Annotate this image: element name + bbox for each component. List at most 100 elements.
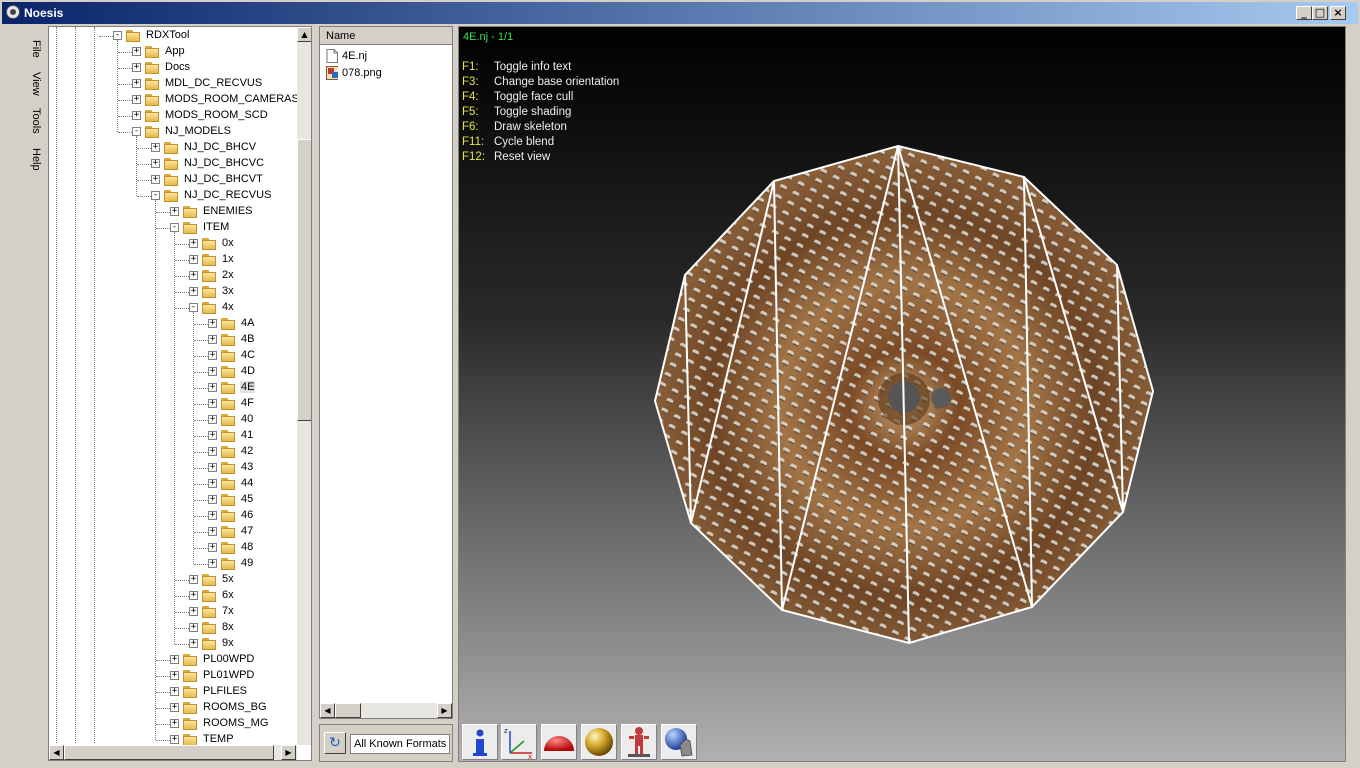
scroll-left-button[interactable]: ◀	[320, 703, 335, 718]
expand-icon[interactable]: +	[208, 543, 217, 552]
tree-connector	[175, 644, 189, 645]
expand-icon[interactable]: +	[170, 655, 179, 664]
expand-icon[interactable]: +	[132, 63, 141, 72]
tree-connector	[194, 420, 208, 421]
tree-connector	[137, 196, 151, 197]
close-button[interactable]: ×	[1330, 6, 1346, 20]
noesis-app-icon[interactable]	[6, 5, 20, 19]
expand-icon[interactable]: +	[170, 687, 179, 696]
folder-icon	[201, 573, 217, 587]
expand-icon[interactable]: +	[208, 335, 217, 344]
collapse-icon[interactable]: -	[132, 127, 141, 136]
scroll-right-button[interactable]: ▶	[437, 703, 452, 718]
expand-icon[interactable]: +	[170, 735, 179, 744]
expand-icon[interactable]: +	[189, 287, 198, 296]
tree-item-label: PL00WPD	[203, 653, 255, 665]
tree-connector	[175, 628, 189, 629]
expand-icon[interactable]: +	[208, 447, 217, 456]
expand-icon[interactable]: +	[208, 351, 217, 360]
expand-icon[interactable]: +	[189, 575, 198, 584]
info-tool[interactable]	[462, 724, 498, 760]
expand-icon[interactable]: +	[208, 319, 217, 328]
expand-icon[interactable]: +	[132, 47, 141, 56]
tree-connector	[175, 596, 189, 597]
maximize-button[interactable]: □	[1312, 6, 1328, 20]
expand-icon[interactable]: +	[132, 111, 141, 120]
format-filter-select[interactable]: All Known Formats	[350, 734, 450, 754]
expand-icon[interactable]: +	[189, 639, 198, 648]
tree-item-label: 41	[241, 429, 254, 441]
expand-icon[interactable]: +	[208, 527, 217, 536]
tree-hscroll-thumb[interactable]	[64, 745, 274, 760]
tree-item-label: NJ_DC_BHCVT	[184, 173, 263, 185]
name-column-header[interactable]: Name	[320, 27, 452, 45]
sphere-tool[interactable]	[581, 724, 617, 760]
folder-icon	[182, 205, 198, 219]
collapse-icon[interactable]: -	[113, 31, 122, 40]
expand-icon[interactable]: +	[189, 607, 198, 616]
tree-item-label: 3x	[222, 285, 234, 297]
tree-vertical-scrollbar[interactable]: ▲	[297, 27, 311, 745]
expand-icon[interactable]: +	[170, 719, 179, 728]
file-hscroll-thumb[interactable]	[335, 703, 361, 718]
expand-icon[interactable]: +	[151, 175, 160, 184]
expand-icon[interactable]: +	[208, 415, 217, 424]
expand-icon[interactable]: +	[132, 95, 141, 104]
scroll-left-button[interactable]: ◀	[49, 745, 64, 760]
tree-connector	[194, 388, 208, 389]
file-horizontal-scrollbar[interactable]: ◀ ▶	[320, 703, 452, 718]
expand-icon[interactable]: +	[189, 591, 198, 600]
expand-icon[interactable]: +	[208, 479, 217, 488]
tree-item-label: 9x	[222, 637, 234, 649]
expand-icon[interactable]: +	[189, 271, 198, 280]
expand-icon[interactable]: +	[189, 623, 198, 632]
menu-tools[interactable]: Tools	[24, 108, 42, 134]
expand-icon[interactable]: +	[208, 367, 217, 376]
expand-icon[interactable]: +	[208, 399, 217, 408]
expand-icon[interactable]: +	[208, 463, 217, 472]
expand-icon[interactable]: +	[208, 431, 217, 440]
axes-tool[interactable]: z x	[501, 724, 537, 761]
expand-icon[interactable]: +	[208, 383, 217, 392]
minimize-button[interactable]: _	[1296, 6, 1312, 20]
expand-icon[interactable]: +	[151, 143, 160, 152]
menu-view[interactable]: View	[24, 72, 42, 96]
expand-icon[interactable]: +	[170, 671, 179, 680]
file-list[interactable]: Name 4E.nj 078.png ◀ ▶	[319, 26, 453, 719]
expand-icon[interactable]: +	[189, 239, 198, 248]
3d-viewport[interactable]: 4E.nj - 1/1 F1: Toggle info text F3: Change…	[458, 26, 1346, 762]
expand-icon[interactable]: +	[208, 559, 217, 568]
title-bar[interactable]: Noesis _ □ ×	[2, 2, 1358, 24]
tree-scroll-thumb[interactable]	[297, 139, 311, 421]
folder-icon	[144, 77, 160, 91]
expand-icon[interactable]: +	[170, 207, 179, 216]
scroll-up-button[interactable]: ▲	[297, 27, 311, 42]
expand-icon[interactable]: +	[189, 255, 198, 264]
expand-icon[interactable]: +	[170, 703, 179, 712]
tree-item-label: 4E	[240, 381, 256, 393]
expand-icon[interactable]: +	[208, 511, 217, 520]
expand-icon[interactable]: +	[132, 79, 141, 88]
folder-tree[interactable]: - RDXTool + App + Docs + MDL_DC_RECVUS + MODS_ROO…	[48, 26, 312, 761]
tree-connector	[194, 404, 208, 405]
folder-icon	[182, 717, 198, 731]
lighting-tool[interactable]	[661, 724, 697, 760]
tree-connector	[99, 36, 113, 37]
expand-icon[interactable]: +	[151, 159, 160, 168]
collapse-icon[interactable]: -	[170, 223, 179, 232]
collapse-icon[interactable]: -	[189, 303, 198, 312]
tree-horizontal-scrollbar[interactable]: ◀ ▶	[49, 745, 297, 760]
scroll-right-button[interactable]: ▶	[281, 745, 296, 760]
viewport-toolbar: z x	[459, 722, 699, 761]
expand-icon[interactable]: +	[208, 495, 217, 504]
hemisphere-tool[interactable]	[541, 724, 577, 760]
menu-file[interactable]: File	[24, 40, 42, 58]
menu-help[interactable]: Help	[24, 148, 42, 171]
tree-item-label: 1x	[222, 253, 234, 265]
refresh-button[interactable]: ↻	[324, 732, 346, 754]
tree-connector	[194, 484, 208, 485]
model-title: 4E.nj - 1/1	[463, 31, 514, 43]
skeleton-tool[interactable]	[621, 724, 657, 760]
collapse-icon[interactable]: -	[151, 191, 160, 200]
tree-item-label: ENEMIES	[203, 205, 253, 217]
